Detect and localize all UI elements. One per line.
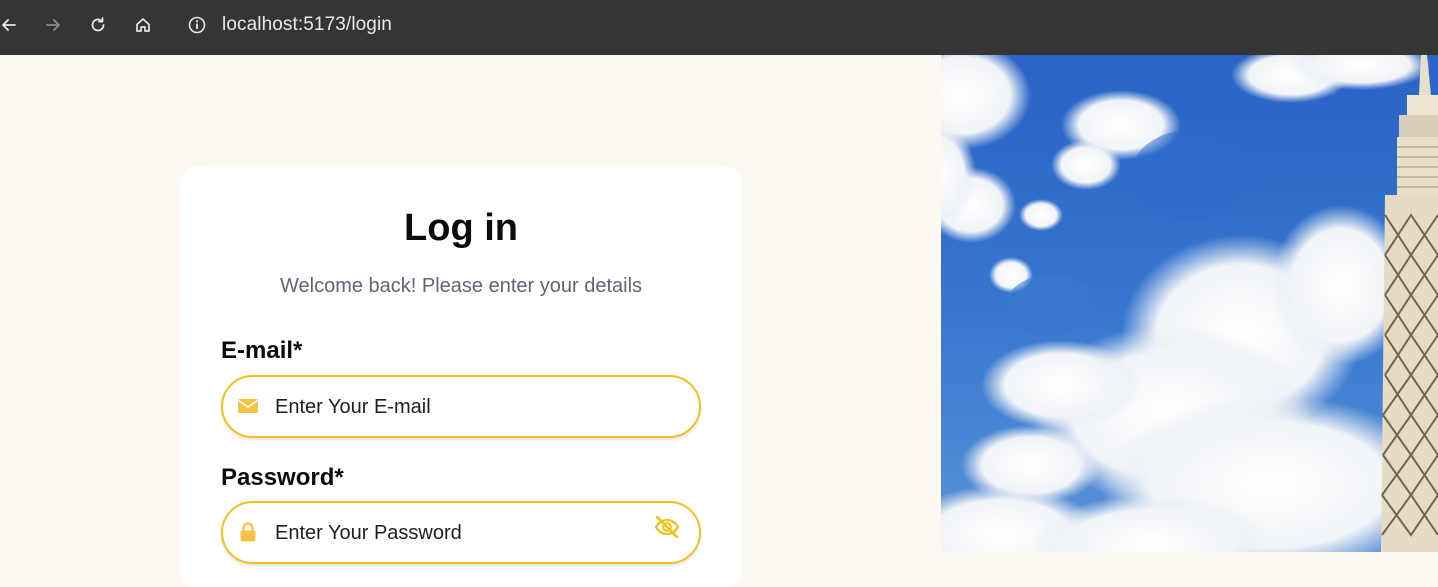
hero-image (941, 55, 1438, 552)
browser-toolbar: localhost:5173/login (0, 0, 1438, 55)
eye-slash-icon[interactable] (653, 515, 681, 539)
password-label: Password* (221, 464, 344, 491)
address-bar[interactable]: localhost:5173/login (222, 14, 392, 36)
envelope-icon (238, 399, 258, 413)
password-field[interactable] (221, 501, 701, 564)
home-icon (136, 18, 150, 32)
page-subtitle: Welcome back! Please enter your details (279, 275, 643, 297)
login-card: Log in Welcome back! Please enter your d… (181, 167, 741, 587)
email-field[interactable] (221, 375, 701, 438)
cairo-tower-photo (941, 55, 1438, 552)
forward-button[interactable] (40, 12, 66, 38)
reload-button[interactable] (85, 12, 111, 38)
email-input[interactable] (273, 387, 647, 427)
login-page: Log in Welcome back! Please enter your d… (0, 55, 941, 587)
info-icon[interactable] (187, 15, 207, 35)
arrow-left-icon (2, 19, 16, 31)
page-title: Log in (404, 207, 518, 249)
password-input[interactable] (273, 513, 647, 553)
email-label: E-mail* (221, 337, 303, 364)
back-button[interactable] (0, 12, 22, 38)
arrow-right-icon (46, 19, 60, 31)
lock-icon (240, 522, 256, 542)
home-button[interactable] (130, 12, 156, 38)
reload-icon (91, 17, 105, 32)
